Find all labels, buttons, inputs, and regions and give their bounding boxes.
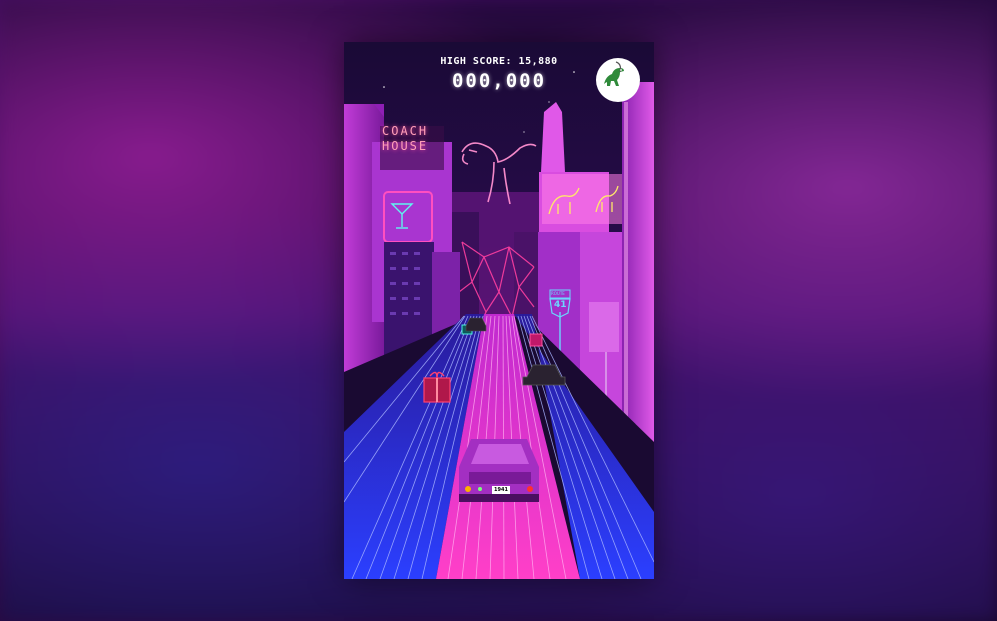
dinosaur-icon: [604, 61, 624, 86]
mascot-button[interactable]: [596, 58, 640, 102]
coach-house-sign: COACH HOUSE: [382, 124, 428, 154]
route-sign-number: 41: [554, 300, 567, 310]
route-sign-label: ROUTE: [551, 291, 565, 296]
sign-line2: HOUSE: [382, 139, 429, 153]
game-scene: [344, 42, 654, 579]
sign-line1: COACH: [382, 124, 429, 138]
license-plate: 1941: [492, 486, 510, 494]
game-canvas[interactable]: COACH HOUSE ROUTE 41 1941 HIGH SCORE: 15…: [344, 42, 654, 579]
